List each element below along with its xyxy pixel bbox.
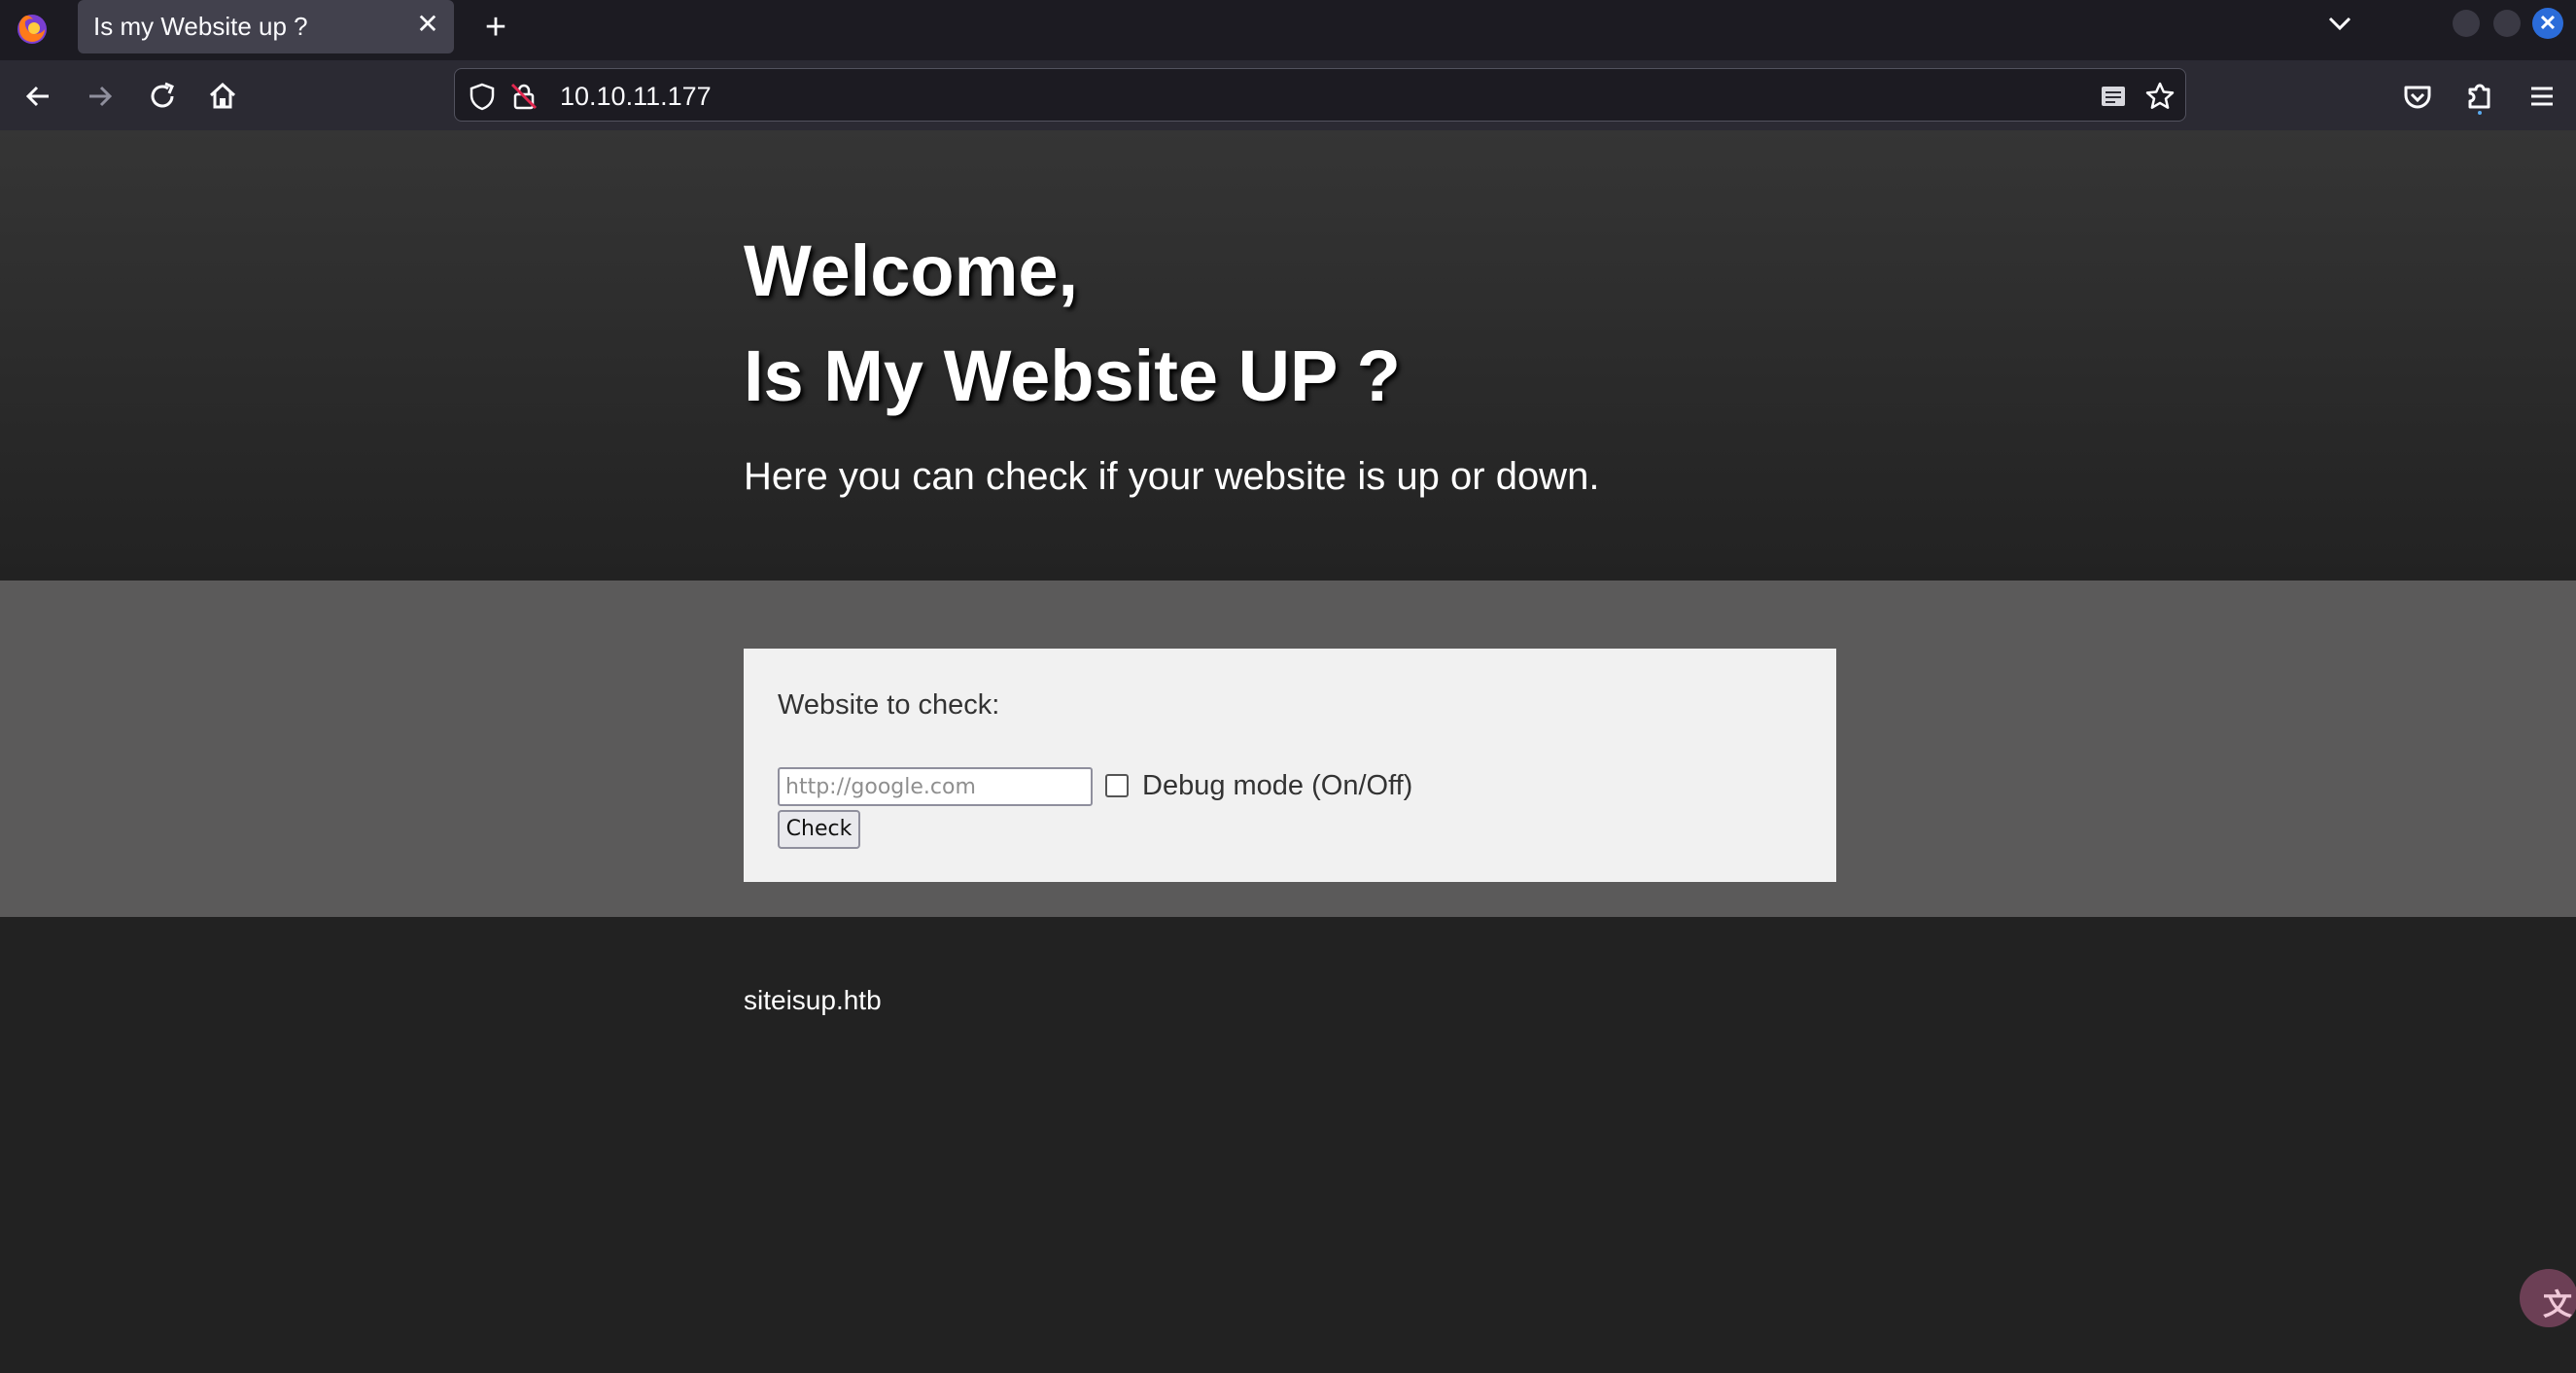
new-tab-icon[interactable]: + [476, 8, 515, 47]
bookmark-star-icon[interactable] [2144, 81, 2176, 112]
website-url-input[interactable] [778, 767, 1093, 806]
back-arrow-icon[interactable] [19, 78, 56, 115]
address-bar[interactable]: 10.10.11.177 [454, 68, 2186, 122]
check-button[interactable]: Check [778, 810, 860, 849]
navigation-toolbar: 10.10.11.177 [0, 60, 2576, 130]
tab-strip: Is my Website up ? ✕ + ✕ [0, 0, 2576, 60]
footer-domain: siteisup.htb [744, 985, 882, 1015]
tab-close-icon[interactable]: ✕ [413, 10, 442, 39]
hero-section: Welcome, Is My Website UP ? Here you can… [0, 130, 2576, 581]
minimize-window-icon[interactable] [2453, 10, 2480, 37]
shield-icon[interactable] [467, 81, 498, 112]
debug-mode-checkbox[interactable] [1105, 774, 1129, 797]
insecure-lock-icon[interactable] [508, 81, 540, 112]
tab-title: Is my Website up ? [93, 12, 308, 41]
debug-mode-label[interactable]: Debug mode (On/Off) [1142, 770, 1412, 802]
reader-mode-icon[interactable] [2098, 81, 2129, 112]
welcome-heading: Welcome, [744, 230, 1079, 311]
hamburger-menu-icon[interactable] [2524, 78, 2560, 115]
reload-icon[interactable] [144, 78, 181, 115]
close-window-icon[interactable]: ✕ [2532, 8, 2563, 39]
forward-arrow-icon[interactable] [82, 78, 119, 115]
home-icon[interactable] [204, 78, 241, 115]
lead-text: Here you can check if your website is up… [744, 455, 1600, 498]
check-form-card: Website to check: Debug mode (On/Off) Ch… [744, 649, 1836, 882]
firefox-logo-icon[interactable] [12, 8, 52, 49]
website-label: Website to check: [778, 689, 1000, 721]
pocket-icon[interactable] [2399, 78, 2436, 115]
maximize-window-icon[interactable] [2493, 10, 2521, 37]
footer: siteisup.htb [0, 917, 2576, 1373]
tab-list-chevron-icon[interactable] [2325, 6, 2354, 41]
active-tab[interactable]: Is my Website up ? ✕ [78, 0, 454, 53]
extensions-icon[interactable] [2461, 78, 2498, 115]
url-text: 10.10.11.177 [560, 82, 712, 111]
translate-button[interactable]: 文 [2520, 1269, 2576, 1327]
main-heading: Is My Website UP ? [744, 335, 1401, 416]
translate-icon: 文 [2543, 1289, 2572, 1321]
web-page: Welcome, Is My Website UP ? Here you can… [0, 130, 2576, 1373]
